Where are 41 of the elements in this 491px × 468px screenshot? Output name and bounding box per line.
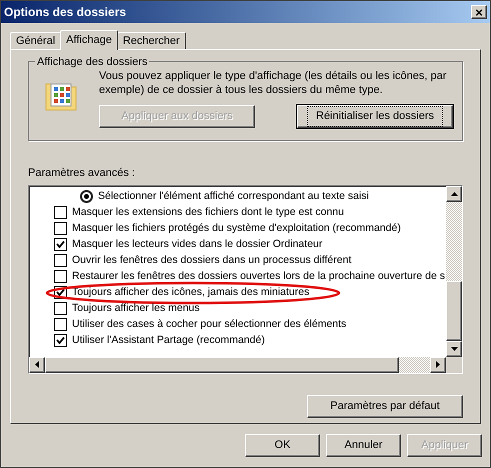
scroll-down-icon <box>450 346 458 350</box>
dialog-button[interactable]: OK <box>245 434 320 457</box>
group-title: Affichage des dossiers <box>35 54 150 70</box>
checkbox[interactable] <box>54 222 67 235</box>
dialog-button[interactable]: Annuler <box>326 434 401 457</box>
scroll-left-icon <box>35 361 39 368</box>
scrollbar-corner <box>446 356 462 372</box>
option-label: Utiliser des cases à cocher pour sélectionner des éléments <box>72 316 346 332</box>
option-label: Toujours afficher des icônes, jamais des miniatures <box>72 284 310 300</box>
checkbox[interactable] <box>54 270 67 283</box>
window-title: Options des dossiers <box>4 4 126 21</box>
option-label: Masquer les extensions des fichiers dont le type est connu <box>72 204 344 220</box>
checkbox[interactable] <box>54 238 67 251</box>
tab[interactable]: Affichage <box>60 30 118 50</box>
description: Vous pouvez appliquer le type d'affichage (les détails ou les icônes, par exemple) de ce dossier à tous les dossiers du même type. <box>99 69 448 97</box>
dialog-button[interactable]: Paramètres par défaut <box>307 394 463 418</box>
scroll-thumb[interactable] <box>446 280 462 340</box>
option-label: Utiliser l'Assistant Partage (recommandé) <box>72 332 265 348</box>
dialog-button[interactable]: Réinitialiser les dossiers <box>297 105 453 128</box>
horizontal-scrollbar[interactable] <box>29 356 446 372</box>
scroll-right-icon <box>436 361 440 368</box>
tab[interactable]: Général <box>10 32 62 49</box>
scroll-thumb[interactable] <box>45 356 399 372</box>
option-label: Masquer les lecteurs vides dans le dossier Ordinateur <box>72 236 322 252</box>
checkbox[interactable] <box>54 254 67 267</box>
option-label: Ouvrir les fenêtres des dossiers dans un processus différent <box>72 252 352 268</box>
checkbox[interactable] <box>54 334 67 347</box>
tab[interactable]: Rechercher <box>116 32 186 49</box>
checkbox[interactable] <box>54 302 67 315</box>
scroll-up-icon <box>450 192 458 196</box>
option-label: Sélectionner l'élément affiché correspondant au texte saisi <box>98 188 369 204</box>
option-label: Toujours afficher les menus <box>72 300 200 316</box>
option-label: Restaurer les fenêtres des dossiers ouvertes lors de la prochaine ouverture de s <box>72 268 445 284</box>
checkbox[interactable] <box>54 206 67 219</box>
vertical-scrollbar[interactable] <box>446 186 462 356</box>
close-button[interactable]: × <box>471 5 487 19</box>
option-label: Masquer les fichiers protégés du système d'exploitation (recommandé) <box>72 220 401 236</box>
radio-button[interactable] <box>80 190 93 203</box>
folder-icon <box>45 81 77 111</box>
checkbox[interactable] <box>54 318 67 331</box>
section-label: Paramètres avancés : <box>28 166 136 181</box>
